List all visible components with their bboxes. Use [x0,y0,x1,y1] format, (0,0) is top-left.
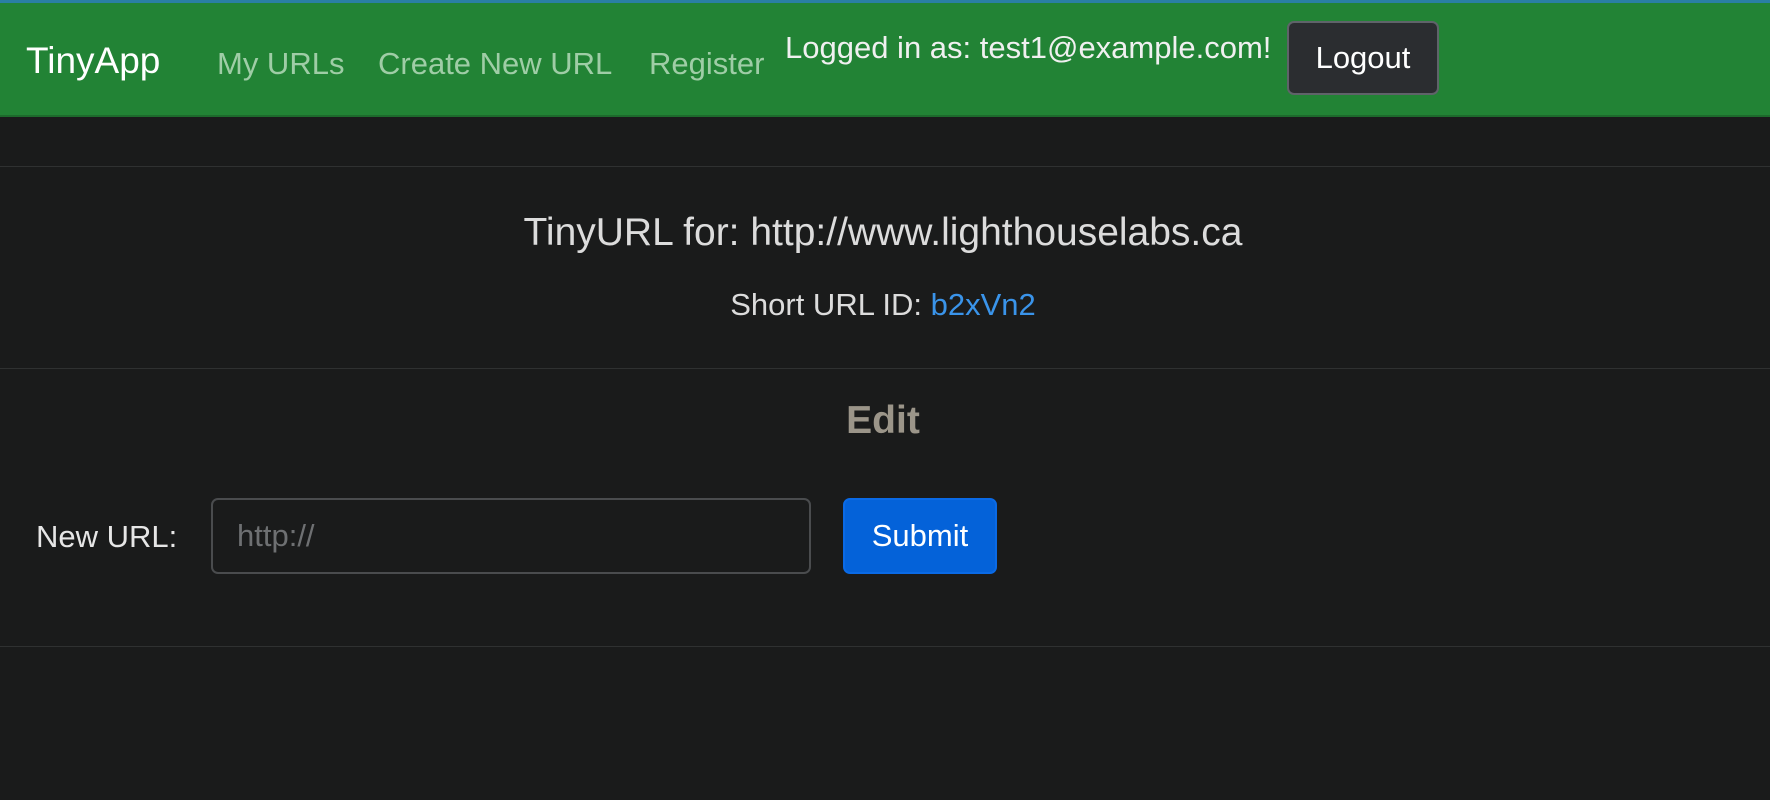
short-url-line: Short URL ID: b2xVn2 [0,286,1766,324]
short-url-label: Short URL ID: [730,287,931,322]
new-url-input[interactable] [211,498,811,574]
divider [0,646,1770,647]
logged-in-status: Logged in as: test1@example.com! [785,30,1272,65]
nav-link-my-urls[interactable]: My URLs [217,45,344,83]
nav-link-create-new-url[interactable]: Create New URL [378,45,612,83]
short-url-link[interactable]: b2xVn2 [931,287,1036,322]
page-title: TinyURL for: http://www.lighthouselabs.c… [523,211,1243,254]
edit-heading: Edit [846,399,920,442]
new-url-label: New URL: [36,519,178,554]
logout-button[interactable]: Logout [1287,21,1439,95]
brand-logo[interactable]: TinyApp [26,39,160,83]
divider [0,166,1770,167]
divider [0,368,1770,369]
navbar: TinyApp My URLs Create New URL Register … [0,3,1770,117]
submit-button[interactable]: Submit [843,498,997,574]
nav-link-register[interactable]: Register [649,45,764,83]
